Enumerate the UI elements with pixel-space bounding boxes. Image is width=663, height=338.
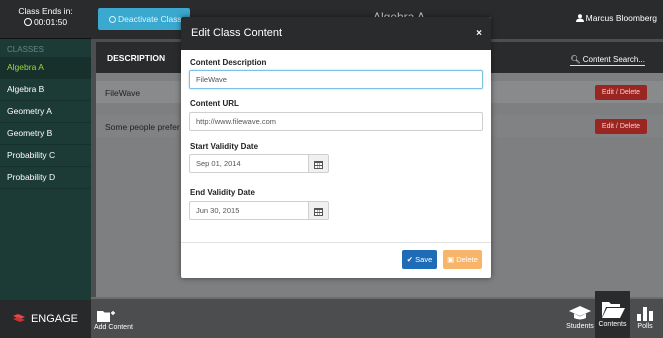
edit-delete-button[interactable]: Edit / Delete (595, 85, 647, 100)
graduation-cap-icon (569, 306, 591, 320)
end-date-field[interactable]: Jun 30, 2015 (189, 201, 309, 220)
content-search-input[interactable]: 🔍︎ Content Search... (570, 55, 645, 66)
tab-students-label: Students (566, 323, 594, 330)
tab-polls[interactable]: Polls (632, 305, 658, 330)
classes-header: CLASSES (7, 45, 44, 54)
save-label: Save (415, 255, 433, 264)
brand-name: ENGAGE (30, 313, 79, 325)
modal-header: Edit Class Content × (181, 17, 491, 50)
calendar-icon (314, 208, 323, 216)
sidebar: Class Ends in: 00:01:50 CLASSES Algebra … (0, 0, 91, 338)
folder-plus-icon (97, 311, 115, 322)
edit-delete-button[interactable]: Edit / Delete (595, 119, 647, 134)
description-column-header: DESCRIPTION (107, 53, 166, 63)
bar-chart-icon (637, 307, 653, 321)
start-date-picker-button[interactable] (309, 154, 329, 173)
sidebar-item-algebra-a[interactable]: Algebra A (0, 57, 91, 79)
add-content-label: Add Content (94, 324, 133, 331)
trash-icon: ▣ (447, 255, 455, 264)
timer-label: Class Ends in: (18, 6, 73, 16)
content-url-field[interactable]: http://www.filewave.com (189, 112, 483, 131)
tab-contents-label: Contents (598, 321, 627, 328)
row-description: FileWave (105, 88, 141, 98)
tab-polls-label: Polls (637, 323, 653, 330)
delete-label: Delete (456, 255, 478, 264)
tab-students[interactable]: Students (565, 305, 595, 330)
modal-title: Edit Class Content (191, 27, 283, 39)
start-date-label: Start Validity Date (190, 142, 259, 151)
sidebar-item-geometry-b[interactable]: Geometry B (0, 123, 91, 145)
close-icon[interactable]: × (476, 17, 482, 50)
user-icon (575, 14, 584, 22)
sidebar-item-geometry-a[interactable]: Geometry A (0, 101, 91, 123)
timer-value: 00:01:50 (33, 17, 68, 27)
start-date-field[interactable]: Sep 01, 2014 (189, 154, 309, 173)
bottom-toolbar: Add Content Students Contents Polls (91, 291, 663, 338)
edit-content-modal: Edit Class Content × Content Description… (181, 17, 491, 278)
folder-open-icon (601, 302, 625, 318)
engage-brand: ENGAGE (0, 300, 91, 338)
search-icon: 🔍︎ (570, 55, 581, 64)
class-timer: Class Ends in: 00:01:50 (0, 0, 91, 39)
save-button[interactable]: ✔ Save (402, 250, 437, 269)
delete-button[interactable]: ▣ Delete (443, 250, 482, 269)
power-icon (109, 16, 116, 23)
tab-contents[interactable]: Contents (595, 291, 630, 338)
user-menu[interactable]: Marcus Bloomberg (575, 13, 657, 23)
search-placeholder: Content Search... (582, 55, 645, 64)
deactivate-class-button[interactable]: Deactivate Class (98, 8, 190, 30)
modal-footer-divider (181, 242, 491, 243)
deactivate-label: Deactivate Class (118, 14, 182, 24)
sidebar-item-probability-c[interactable]: Probability C (0, 145, 91, 167)
user-name: Marcus Bloomberg (585, 13, 657, 23)
check-icon: ✔ (406, 255, 414, 264)
end-date-picker-button[interactable] (309, 201, 329, 220)
content-description-label: Content Description (190, 58, 267, 67)
clock-icon (23, 18, 32, 26)
sidebar-item-algebra-b[interactable]: Algebra B (0, 79, 91, 101)
end-date-label: End Validity Date (190, 188, 255, 197)
calendar-icon (314, 161, 323, 169)
content-url-label: Content URL (190, 99, 239, 108)
sidebar-item-probability-d[interactable]: Probability D (0, 167, 91, 189)
engage-logo-icon (12, 314, 25, 322)
add-content-button[interactable]: Add Content (94, 309, 144, 331)
content-description-field[interactable]: FileWave (189, 70, 483, 89)
